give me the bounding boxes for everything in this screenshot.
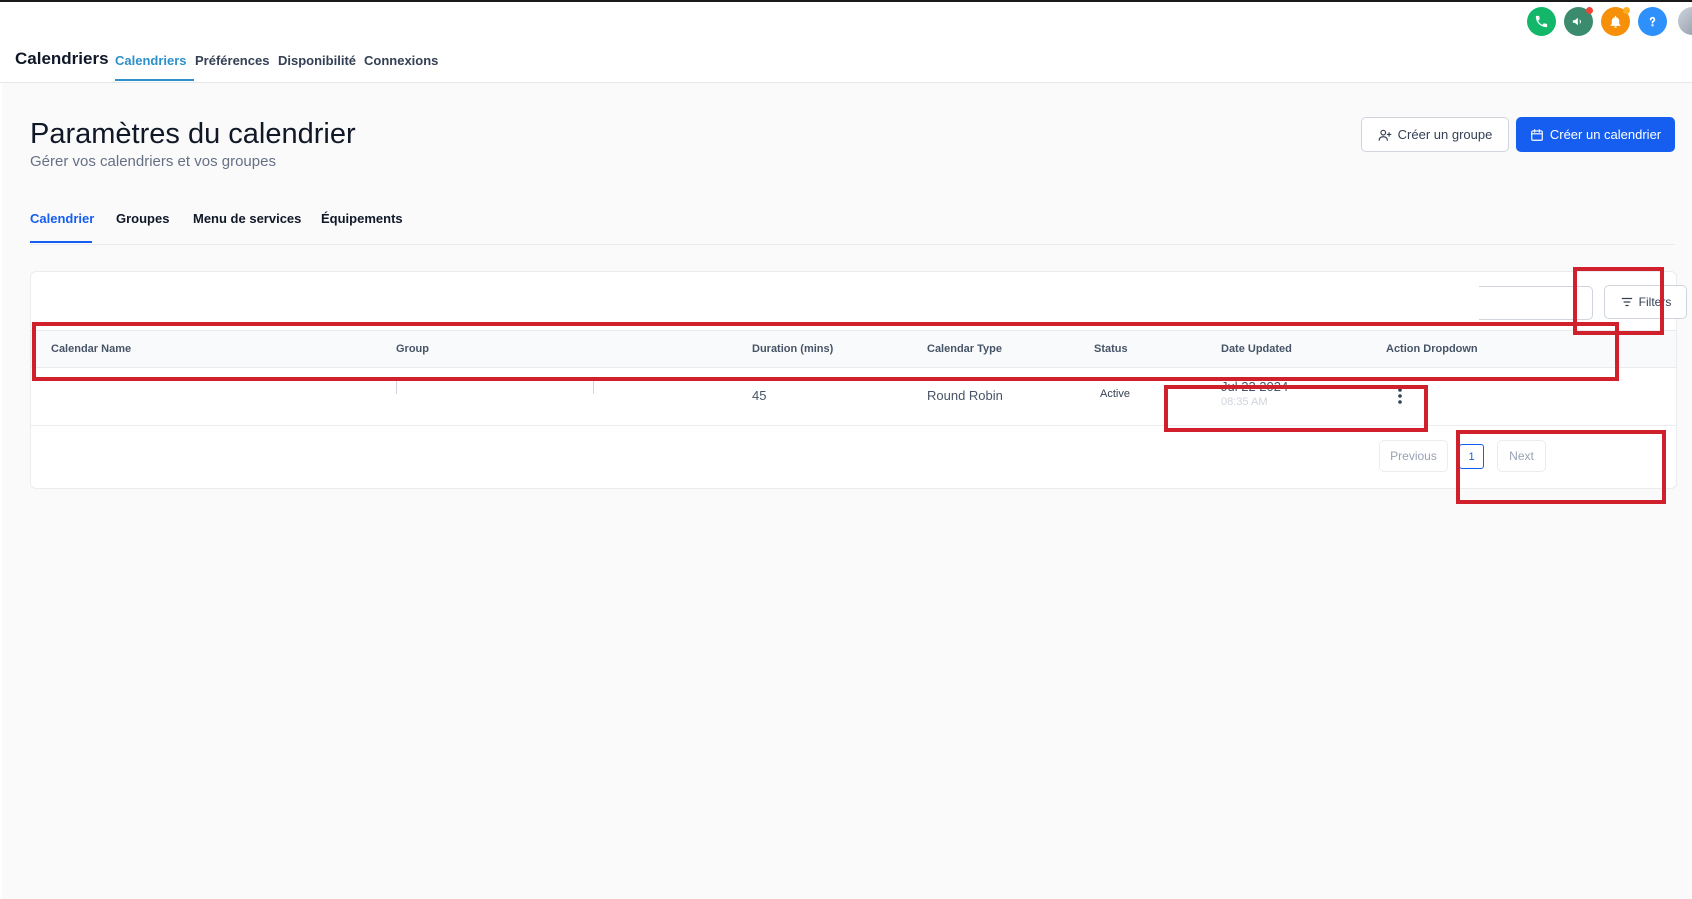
create-calendar-label: Créer un calendrier <box>1549 127 1662 142</box>
filters-button[interactable]: Filters <box>1604 285 1687 319</box>
create-group-button[interactable]: Créer un groupe <box>1361 117 1509 152</box>
tab-groupes[interactable]: Groupes <box>116 211 169 226</box>
tab-calendrier[interactable]: Calendrier <box>30 211 94 226</box>
calendar-icon <box>1531 128 1543 141</box>
page-number-button[interactable]: 1 <box>1459 444 1484 469</box>
column-header[interactable]: Duration (mins) <box>752 343 833 355</box>
column-header[interactable]: Calendar Type <box>927 343 1002 355</box>
bell-icon[interactable] <box>1601 7 1630 36</box>
page-title: Paramètres du calendrier <box>30 118 356 150</box>
table-row[interactable]: 45 Round Robin Active Jul 22 2024 08:35 … <box>31 368 1676 426</box>
column-header[interactable]: Group <box>396 343 429 355</box>
megaphone-icon[interactable] <box>1564 7 1593 36</box>
group-cell <box>396 378 594 394</box>
page-subtitle: Gérer vos calendriers et vos groupes <box>30 153 276 170</box>
previous-page-button[interactable]: Previous <box>1379 440 1448 472</box>
date-updated: Jul 22 2024 <box>1221 379 1289 394</box>
phone-icon[interactable] <box>1527 7 1556 36</box>
create-calendar-button[interactable]: Créer un calendrier <box>1516 117 1675 152</box>
search-input[interactable] <box>1479 286 1593 320</box>
column-header[interactable]: Status <box>1094 343 1128 355</box>
more-vertical-icon[interactable] <box>1395 386 1405 406</box>
tab-equipements[interactable]: Équipements <box>321 211 403 226</box>
nav-tab-active-indicator <box>115 79 194 81</box>
table-header: Calendar Name Group Duration (mins) Cale… <box>31 330 1676 368</box>
sub-tabs: Calendrier Groupes Menu de services Équi… <box>30 211 1675 245</box>
app-title: Calendriers <box>15 49 109 68</box>
top-navbar: Calendriers Calendriers Préférences Disp… <box>0 2 1692 83</box>
status-badge: Active <box>1100 388 1130 400</box>
nav-tab-disponibilite[interactable]: Disponibilité <box>278 53 356 68</box>
help-icon[interactable] <box>1638 7 1667 36</box>
column-header: Action Dropdown <box>1386 343 1478 355</box>
calendars-table-card: Filters Calendar Name Group Duration (mi… <box>30 271 1687 489</box>
create-group-label: Créer un groupe <box>1397 127 1493 142</box>
user-plus-icon <box>1378 129 1392 141</box>
nav-tab-connexions[interactable]: Connexions <box>364 53 438 68</box>
column-header[interactable]: Date Updated <box>1221 343 1292 355</box>
nav-tab-preferences[interactable]: Préférences <box>195 53 269 68</box>
calendar-type-cell: Round Robin <box>927 388 1003 403</box>
column-header[interactable]: Calendar Name <box>51 343 131 355</box>
next-page-button[interactable]: Next <box>1497 440 1546 472</box>
notification-dot <box>1586 7 1593 14</box>
tab-menu-de-services[interactable]: Menu de services <box>193 211 301 226</box>
time-updated: 08:35 AM <box>1221 396 1268 408</box>
duration-cell: 45 <box>752 388 767 403</box>
sub-tab-active-indicator <box>30 241 92 243</box>
filter-icon <box>1621 297 1632 307</box>
main-content: Paramètres du calendrier Gérer vos calen… <box>2 83 1692 899</box>
filters-label: Filters <box>1638 295 1672 309</box>
nav-tab-calendriers[interactable]: Calendriers <box>115 53 187 68</box>
notification-dot <box>1623 7 1630 14</box>
